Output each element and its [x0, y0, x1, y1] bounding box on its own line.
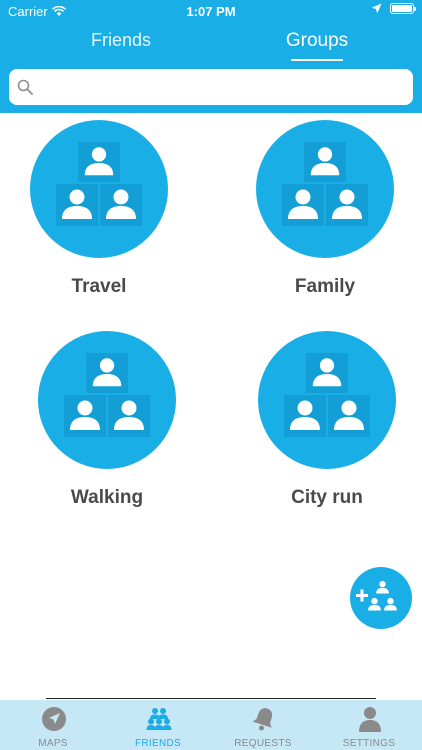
- nav-label: SETTINGS: [342, 738, 396, 749]
- nav-settings[interactable]: SETTINGS: [319, 700, 419, 750]
- status-indicators: [371, 3, 416, 14]
- bottom-navigation: MAPS FRIENDS REQUESTS SETTINGS: [0, 700, 422, 750]
- group-name: City run: [291, 487, 363, 508]
- group-icon: [38, 331, 176, 469]
- nav-requests[interactable]: REQUESTS: [213, 700, 313, 750]
- tab-groups[interactable]: Groups: [262, 30, 372, 52]
- add-group-icon: [356, 580, 397, 611]
- group-avatar: [258, 331, 396, 469]
- group-avatar: [30, 120, 168, 258]
- active-tab-indicator: [291, 59, 343, 61]
- groups-screen: Carrier 1:07 PM Friends Groups Travel Fa…: [0, 0, 422, 750]
- location-arrow-icon: [371, 3, 382, 14]
- status-bar: Carrier 1:07 PM: [0, 0, 422, 22]
- top-tabs: Friends Groups: [0, 26, 422, 64]
- tab-friends[interactable]: Friends: [66, 30, 176, 51]
- group-icon: [256, 120, 394, 258]
- group-card-city-run[interactable]: City run: [237, 331, 417, 509]
- nav-friends[interactable]: FRIENDS: [108, 700, 208, 750]
- clock: 1:07 PM: [186, 4, 236, 19]
- person-icon: [359, 707, 381, 732]
- top-header: Carrier 1:07 PM Friends Groups: [0, 0, 422, 113]
- group-icon: [30, 120, 168, 258]
- group-card-walking[interactable]: Walking: [17, 331, 197, 509]
- group-name: Walking: [70, 487, 144, 508]
- group-avatar: [256, 120, 394, 258]
- battery-icon: [390, 3, 416, 14]
- people-icon: [146, 708, 172, 730]
- bell-icon: [252, 708, 273, 731]
- search-icon: [17, 79, 33, 95]
- group-icon: [258, 331, 396, 469]
- group-name: Family: [294, 276, 356, 297]
- group-name: Travel: [71, 276, 127, 297]
- nav-label: FRIENDS: [135, 738, 181, 749]
- nav-maps[interactable]: MAPS: [3, 700, 103, 750]
- nav-label: MAPS: [38, 738, 68, 749]
- search-bar: [9, 69, 413, 105]
- navigation-icon: [42, 707, 66, 731]
- group-card-family[interactable]: Family: [235, 120, 415, 298]
- group-card-travel[interactable]: Travel: [9, 120, 189, 298]
- divider: [46, 698, 376, 699]
- add-group-button[interactable]: [350, 567, 412, 629]
- group-avatar: [38, 331, 176, 469]
- nav-label: REQUESTS: [234, 738, 292, 749]
- search-input[interactable]: [39, 72, 413, 102]
